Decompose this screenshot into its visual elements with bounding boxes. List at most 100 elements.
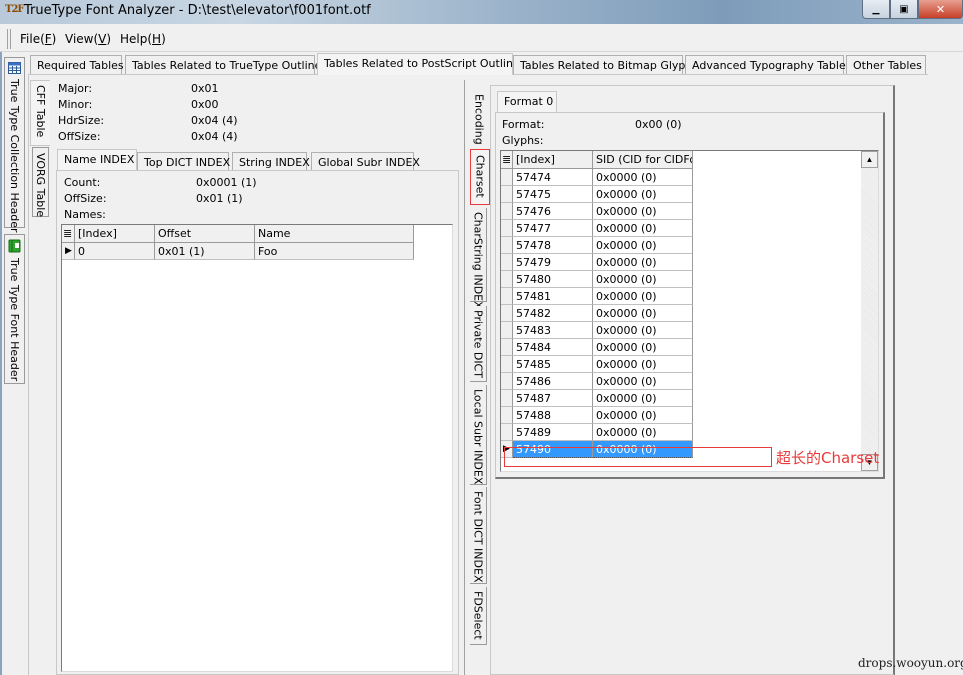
- toolbar-grip[interactable]: [7, 29, 11, 49]
- close-icon: ✕: [935, 3, 946, 16]
- table-row-sid[interactable]: 0x0000 (0): [593, 356, 693, 373]
- row-selector[interactable]: [501, 373, 513, 390]
- tab-bitmap-glyphs[interactable]: Tables Related to Bitmap Glyphs: [513, 55, 698, 74]
- table-row-index[interactable]: 57481: [513, 288, 593, 305]
- table-row-index[interactable]: 57478: [513, 237, 593, 254]
- table-row-index[interactable]: 57476: [513, 203, 593, 220]
- table-row-sid[interactable]: 0x0000 (0): [593, 169, 693, 186]
- row-selector[interactable]: ▶: [501, 441, 513, 458]
- row-selector[interactable]: [501, 237, 513, 254]
- minimize-button[interactable]: ▁: [862, 0, 890, 19]
- tab-font-dict-index[interactable]: Font DICT INDEX: [470, 487, 487, 584]
- row-selector[interactable]: [501, 339, 513, 356]
- tab-advanced-typography[interactable]: Advanced Typography Tables: [685, 55, 851, 74]
- table-row-index[interactable]: 57477: [513, 220, 593, 237]
- vertical-scrollbar[interactable]: ▲ ▼: [861, 151, 878, 471]
- table-row-sid[interactable]: 0x0000 (0): [593, 271, 693, 288]
- table-row-index[interactable]: 57487: [513, 390, 593, 407]
- table-row-index[interactable]: 57480: [513, 271, 593, 288]
- table-row-index[interactable]: 57482: [513, 305, 593, 322]
- table-row-sid[interactable]: 0x0000 (0): [593, 441, 693, 458]
- format-value: 0x00 (0): [635, 118, 682, 131]
- tab-true-type-font-header[interactable]: True Type Font Header: [4, 234, 25, 384]
- tab-required-tables[interactable]: Required Tables: [30, 55, 124, 74]
- row-selector[interactable]: [501, 288, 513, 305]
- menu-file[interactable]: File(F): [20, 32, 56, 46]
- tab-charset[interactable]: Charset: [470, 149, 490, 205]
- table-row-index[interactable]: 57486: [513, 373, 593, 390]
- menu-view[interactable]: View(V): [65, 32, 111, 46]
- row-selector[interactable]: [501, 305, 513, 322]
- row-selector[interactable]: [501, 356, 513, 373]
- tab-vorg-table[interactable]: VORG Table: [32, 147, 49, 217]
- column-header-offset[interactable]: Offset: [155, 225, 255, 243]
- row-selector[interactable]: ▶: [62, 243, 75, 260]
- tab-charstring-index[interactable]: CharString INDEX: [470, 208, 487, 309]
- column-header-name[interactable]: Name: [255, 225, 414, 243]
- column-header-sid[interactable]: SID (CID for CIDFor: [593, 151, 693, 169]
- row-selector[interactable]: [501, 390, 513, 407]
- tab-string-index[interactable]: String INDEX: [232, 152, 310, 171]
- table-row-sid[interactable]: 0x0000 (0): [593, 220, 693, 237]
- table-row-sid[interactable]: 0x0000 (0): [593, 424, 693, 441]
- row-selector[interactable]: [501, 186, 513, 203]
- table-row-index[interactable]: 57479: [513, 254, 593, 271]
- tab-global-subr-index[interactable]: Global Subr INDEX: [311, 152, 420, 171]
- field-major-value: 0x01: [191, 82, 219, 95]
- row-selector[interactable]: [501, 169, 513, 186]
- table-row-index[interactable]: 57485: [513, 356, 593, 373]
- table-row-sid[interactable]: 0x0000 (0): [593, 203, 693, 220]
- names-grid[interactable]: ≣ [Index] Offset Name ▶ 0 0x01 (1) Foo: [61, 224, 453, 672]
- row-selector[interactable]: [501, 322, 513, 339]
- tab-private-dict[interactable]: Private DICT: [470, 306, 487, 382]
- table-row-index[interactable]: 57490: [513, 441, 593, 458]
- row-selector[interactable]: [501, 424, 513, 441]
- tab-name-index[interactable]: Name INDEX: [57, 149, 137, 171]
- column-header-index[interactable]: [Index]: [75, 225, 155, 243]
- tab-cff-table[interactable]: CFF Table: [30, 80, 50, 146]
- tab-format-0[interactable]: Format 0: [497, 91, 557, 113]
- menu-help[interactable]: Help(H): [120, 32, 166, 46]
- table-row-sid[interactable]: 0x0000 (0): [593, 322, 693, 339]
- tab-local-subr-index[interactable]: Local Subr INDEX: [470, 385, 487, 485]
- row-selector[interactable]: [501, 203, 513, 220]
- table-row-sid[interactable]: 0x0000 (0): [593, 390, 693, 407]
- tab-other-tables[interactable]: Other Tables: [846, 55, 926, 74]
- row-selector[interactable]: [501, 220, 513, 237]
- table-row-index[interactable]: 0: [75, 243, 155, 260]
- row-selector[interactable]: [501, 254, 513, 271]
- tab-true-type-collection-header[interactable]: True Type Collection Header: [4, 57, 25, 233]
- tab-label: True Type Font Header: [8, 258, 21, 382]
- grid-options-icon[interactable]: ≣: [62, 225, 75, 243]
- table-row-index[interactable]: 57474: [513, 169, 593, 186]
- table-row-index[interactable]: 57483: [513, 322, 593, 339]
- table-row-name[interactable]: Foo: [255, 243, 414, 260]
- table-row-sid[interactable]: 0x0000 (0): [593, 254, 693, 271]
- grid-options-icon[interactable]: ≣: [501, 151, 513, 169]
- row-selector[interactable]: [501, 407, 513, 424]
- table-row-sid[interactable]: 0x0000 (0): [593, 305, 693, 322]
- table-row-sid[interactable]: 0x0000 (0): [593, 237, 693, 254]
- table-row-index[interactable]: 57475: [513, 186, 593, 203]
- tab-fdselect[interactable]: FDSelect: [470, 587, 487, 645]
- tab-postscript-outlines[interactable]: Tables Related to PostScript Outlines: [317, 53, 525, 75]
- close-button[interactable]: ✕: [918, 0, 963, 19]
- table-row-index[interactable]: 57484: [513, 339, 593, 356]
- current-row-arrow-icon: ▶: [503, 443, 510, 453]
- scroll-up-button[interactable]: ▲: [861, 151, 878, 168]
- column-header-index[interactable]: [Index]: [513, 151, 593, 169]
- tab-truetype-outlines[interactable]: Tables Related to TrueType Outlines: [125, 55, 327, 74]
- table-row-index[interactable]: 57488: [513, 407, 593, 424]
- tab-top-dict-index[interactable]: Top DICT INDEX: [137, 152, 230, 171]
- table-row-sid[interactable]: 0x0000 (0): [593, 373, 693, 390]
- glyphs-grid[interactable]: ≣ [Index] SID (CID for CIDFor 57474 0x000…: [500, 150, 879, 472]
- maximize-button[interactable]: ▣: [890, 0, 918, 19]
- table-row-sid[interactable]: 0x0000 (0): [593, 407, 693, 424]
- row-selector[interactable]: [501, 271, 513, 288]
- table-row-index[interactable]: 57489: [513, 424, 593, 441]
- table-row-sid[interactable]: 0x0000 (0): [593, 288, 693, 305]
- table-row-sid[interactable]: 0x0000 (0): [593, 186, 693, 203]
- table-row-offset[interactable]: 0x01 (1): [155, 243, 255, 260]
- tab-encoding[interactable]: Encoding: [470, 90, 488, 146]
- table-row-sid[interactable]: 0x0000 (0): [593, 339, 693, 356]
